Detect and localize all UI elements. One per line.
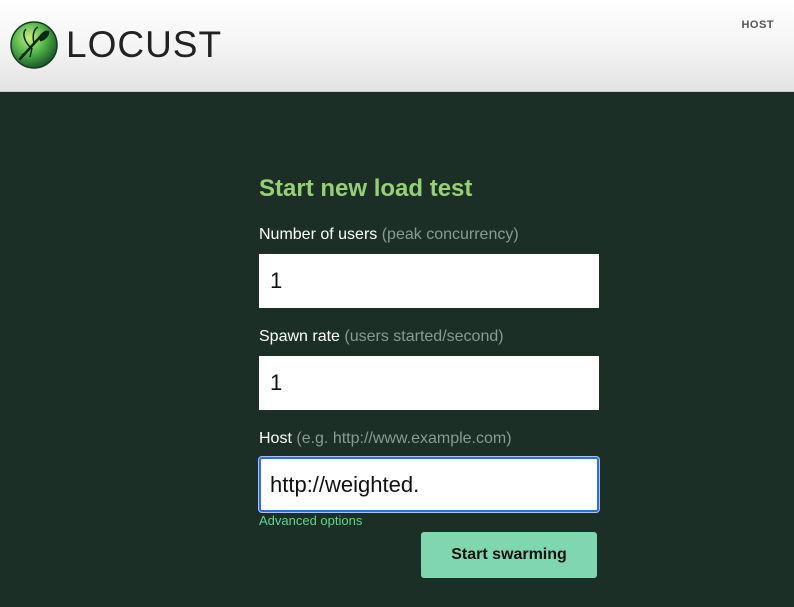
users-label: Number of users (peak concurrency) (259, 226, 519, 244)
start-swarming-button[interactable]: Start swarming (421, 532, 597, 578)
spawn-rate-label-text: Spawn rate (259, 328, 340, 345)
logo-text: LOCUST (66, 24, 223, 65)
host-label: Host (e.g. http://www.example.com) (259, 430, 512, 448)
users-input[interactable] (259, 254, 599, 308)
locust-logo-icon[interactable] (10, 21, 58, 69)
spawn-rate-hint: (users started/second) (344, 328, 504, 345)
spawn-rate-label: Spawn rate (users started/second) (259, 328, 504, 346)
spawn-rate-input[interactable] (259, 356, 599, 410)
host-label-text: Host (259, 430, 292, 447)
host-hint: (e.g. http://www.example.com) (296, 430, 512, 447)
host-input[interactable] (259, 457, 599, 512)
advanced-options-link[interactable]: Advanced options (259, 513, 362, 528)
users-hint: (peak concurrency) (381, 226, 519, 243)
form-title: Start new load test (259, 175, 473, 202)
host-header-label: HOST (741, 19, 774, 31)
users-label-text: Number of users (259, 226, 378, 243)
top-header: LOCUST HOST (0, 0, 794, 92)
